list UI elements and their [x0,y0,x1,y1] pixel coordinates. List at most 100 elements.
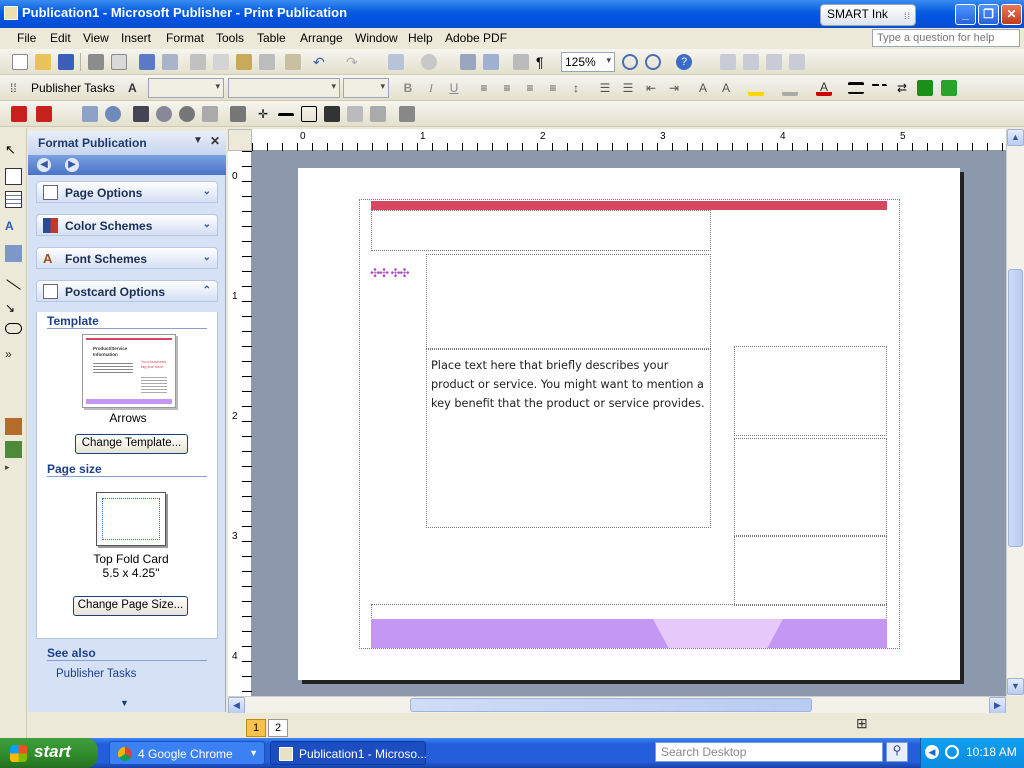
underline-icon[interactable]: U [446,80,462,96]
style-select[interactable] [148,78,224,98]
heading-text-frame[interactable] [371,210,711,251]
side-text-frame-2[interactable] [734,438,887,536]
ruler-corner[interactable] [228,129,252,151]
align-left-icon[interactable]: ≡ [476,80,492,96]
menu-help[interactable]: Help [408,31,433,45]
vertical-ruler[interactable]: 0 1 2 3 4 [228,151,252,696]
scroll-left-icon[interactable]: ◀ [228,697,245,714]
menu-format[interactable]: Format [166,31,204,45]
line-style-icon[interactable] [848,82,864,94]
minimize-button[interactable]: _ [955,4,976,25]
less-brightness-icon[interactable] [202,106,218,122]
pilcrow-icon[interactable]: ¶ [536,54,552,70]
menu-file[interactable]: File [17,31,36,45]
eraser-icon[interactable] [285,54,301,70]
zoom-in-icon[interactable] [645,54,661,70]
adobe-pdf-icon[interactable] [11,106,27,122]
menu-edit[interactable]: Edit [50,31,71,45]
font-size-select[interactable] [343,78,389,98]
design-gallery-icon[interactable] [5,418,22,435]
insert-hyperlink-icon[interactable] [460,54,476,70]
arrow-icon[interactable]: ↘ [5,300,22,317]
justify-icon[interactable]: ≡ [545,80,561,96]
body-text-frame[interactable]: Place text here that briefly describes y… [426,349,711,528]
new-icon[interactable] [12,54,28,70]
horizontal-scroll-thumb[interactable] [410,698,812,712]
publisher-tasks-link[interactable]: Publisher Tasks [56,668,136,680]
line-thickness-icon[interactable] [278,113,294,121]
save-icon[interactable] [58,54,74,70]
menu-window[interactable]: Window [355,31,398,45]
pane-close-icon[interactable]: ✕ [210,134,220,148]
menu-arrange[interactable]: Arrange [300,31,343,45]
spelling-icon[interactable] [139,54,155,70]
publisher-app-icon[interactable] [4,6,18,20]
format-picture-icon[interactable] [301,106,317,122]
italic-icon[interactable]: I [423,80,439,96]
back-icon[interactable]: ◀ [37,158,51,172]
help-question-input[interactable]: Type a question for help [872,29,1020,47]
scroll-down-icon[interactable]: ▼ [1007,678,1024,695]
crop-icon[interactable] [230,106,246,122]
select-arrow-icon[interactable]: ↖ [5,141,22,158]
copy-icon[interactable] [213,54,229,70]
more-contrast-icon[interactable] [133,106,149,122]
color-picture-icon[interactable] [105,106,121,122]
insert-table-icon[interactable] [5,191,22,208]
footer-text-frame[interactable] [371,604,887,620]
bullets-icon[interactable]: ☰ [620,80,636,96]
picture-frame[interactable] [426,254,711,349]
forward-icon[interactable]: ▶ [65,158,79,172]
zoom-out-icon[interactable] [622,54,638,70]
open-icon[interactable] [35,54,51,70]
side-text-frame-3[interactable] [734,536,887,606]
taskbar-publisher-button[interactable]: Publication1 - Microso... [270,741,427,765]
undo-icon[interactable]: ↶ [313,54,329,70]
page-2-button[interactable]: 2 [268,719,288,737]
increase-font-size-icon[interactable]: A [718,80,734,96]
menu-insert[interactable]: Insert [121,31,151,45]
line-icon[interactable] [6,279,21,290]
section-font-schemes[interactable]: A Font Schemes ⌄ [36,247,218,269]
scroll-right-icon[interactable]: ▶ [989,697,1006,714]
more-tools-icon[interactable]: » [5,346,22,363]
dash-style-icon[interactable] [871,84,887,94]
numbering-icon[interactable]: ☰ [597,80,613,96]
link-icon[interactable] [720,54,736,70]
font-select[interactable] [228,78,340,98]
menu-table[interactable]: Table [257,31,286,45]
format-painter-icon[interactable] [259,54,275,70]
reset-picture-icon[interactable] [370,106,386,122]
text-box-icon[interactable] [5,168,22,185]
text-box-link-icon[interactable] [766,54,782,70]
styles-icon[interactable]: A [128,80,144,96]
research-icon[interactable] [162,54,178,70]
change-template-button[interactable]: Change Template... [75,434,188,454]
vertical-scroll-thumb[interactable] [1008,269,1023,547]
increase-indent-icon[interactable]: ⇥ [666,80,682,96]
decrease-font-size-icon[interactable]: A [695,80,711,96]
section-postcard-options[interactable]: Postcard Options ⌃ [36,280,218,302]
page-1-button[interactable]: 1 [246,719,266,737]
picture-icon[interactable] [82,106,98,122]
page-size-thumbnail[interactable] [96,492,166,546]
clock[interactable]: 10:18 AM [966,745,1017,759]
print-icon[interactable] [88,54,104,70]
font-color-icon[interactable]: A [816,80,832,96]
scroll-down-icon[interactable]: ▼ [120,698,129,708]
maximize-button[interactable]: ❐ [978,4,999,25]
line-spacing-icon[interactable]: ↕ [568,80,584,96]
align-center-icon[interactable]: ≡ [499,80,515,96]
publisher-tasks-button[interactable]: Publisher Tasks [31,81,115,95]
adobe-pdf-settings-icon[interactable] [36,106,52,122]
bold-icon[interactable]: B [400,80,416,96]
bottom-band-tab[interactable] [653,619,783,648]
tray-expand-icon[interactable]: ◀ [925,745,939,759]
picture-frame-icon[interactable] [5,245,22,262]
smart-ink-widget[interactable]: SMART Ink ⁞⁞ [820,4,916,26]
search-icon[interactable]: ⚲ [886,742,908,762]
pane-dropdown-icon[interactable]: ▼ [193,135,203,146]
business-info-icon[interactable] [5,441,22,458]
rotate-icon[interactable] [421,54,437,70]
tray-app-icon[interactable] [945,745,959,759]
